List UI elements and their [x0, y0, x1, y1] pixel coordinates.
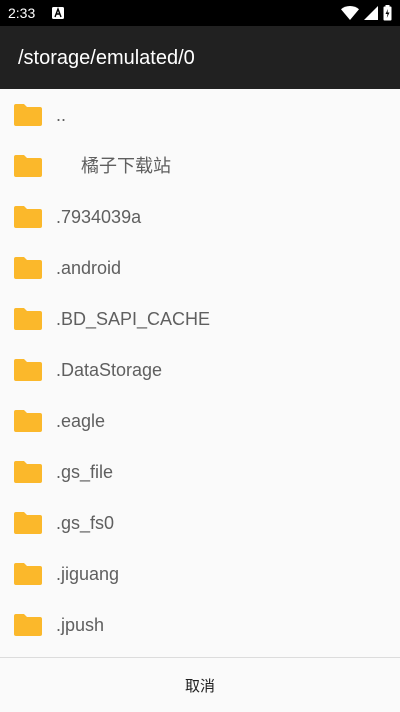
bottom-bar: 取消	[0, 657, 400, 712]
folder-icon	[14, 614, 42, 636]
folder-icon	[14, 410, 42, 432]
signal-icon	[364, 6, 378, 20]
wifi-icon	[341, 6, 359, 20]
file-item[interactable]: .7934039a	[0, 191, 400, 242]
folder-icon	[14, 461, 42, 483]
file-name: 橘子下载站	[56, 156, 172, 176]
file-name: .gs_file	[56, 462, 114, 482]
file-name: .jpush	[56, 615, 105, 635]
status-time: 2:33	[8, 5, 36, 21]
file-name: .7934039a	[56, 207, 142, 227]
folder-icon	[14, 257, 42, 279]
file-item[interactable]: .jiguang	[0, 548, 400, 599]
file-name: ..	[56, 105, 67, 125]
file-item[interactable]: .DataStorage	[0, 344, 400, 395]
file-item-parent[interactable]: ..	[0, 89, 400, 140]
file-item[interactable]: .android	[0, 242, 400, 293]
cancel-button[interactable]: 取消	[0, 658, 400, 712]
file-item[interactable]: .BD_SAPI_CACHE	[0, 293, 400, 344]
current-path-title: /storage/emulated/0	[18, 47, 195, 69]
file-name: .android	[56, 258, 122, 278]
file-name: .DataStorage	[56, 360, 163, 380]
file-name: .BD_SAPI_CACHE	[56, 309, 211, 329]
file-name: .gs_fs0	[56, 513, 115, 533]
file-item[interactable]: .eagle	[0, 395, 400, 446]
folder-icon	[14, 155, 42, 177]
folder-icon	[14, 359, 42, 381]
folder-icon	[14, 512, 42, 534]
status-icons	[341, 5, 392, 21]
status-bar: 2:33	[0, 0, 400, 26]
file-item[interactable]: .gs_file	[0, 446, 400, 497]
folder-icon	[14, 308, 42, 330]
file-item[interactable]: 橘子下载站	[0, 140, 400, 191]
folder-icon	[14, 563, 42, 585]
file-name: .eagle	[56, 411, 106, 431]
notification-a-icon	[52, 7, 64, 19]
file-list[interactable]: .. 橘子下载站 .7934039a .android .BD_SAPI_CAC…	[0, 89, 400, 657]
battery-icon	[383, 5, 392, 21]
folder-icon	[14, 104, 42, 126]
file-item[interactable]: .gs_fs0	[0, 497, 400, 548]
file-item[interactable]: .jpush	[0, 599, 400, 650]
file-name: .jiguang	[56, 564, 120, 584]
app-bar: /storage/emulated/0	[0, 26, 400, 89]
folder-icon	[14, 206, 42, 228]
file-picker-screen: 2:33 /storage/emulated/0 .. 橘子下载站 .79340…	[0, 0, 400, 712]
